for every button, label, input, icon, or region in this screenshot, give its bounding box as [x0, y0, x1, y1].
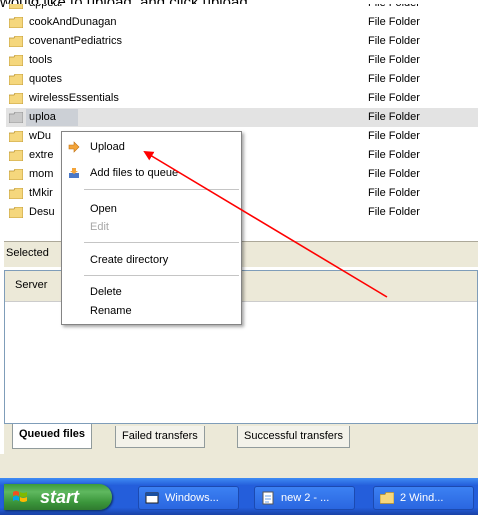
folder-icon: [9, 150, 23, 161]
window-bottom-edge: [0, 454, 478, 478]
file-name: tools: [29, 54, 53, 66]
tab-successful-transfers[interactable]: Successful transfers: [237, 426, 351, 448]
file-type: File Folder: [368, 16, 420, 28]
file-type: File Folder: [368, 130, 420, 142]
tab-failed-transfers[interactable]: Failed transfers: [115, 426, 205, 448]
file-type: File Folder: [368, 4, 420, 9]
file-name: cookAndDunagan: [29, 16, 117, 28]
folder-icon: [9, 207, 23, 218]
selected-status-label: Selected: [6, 247, 49, 259]
file-type: File Folder: [368, 206, 420, 218]
folder-icon: [9, 55, 23, 66]
menu-item-rename[interactable]: Rename: [62, 301, 241, 321]
menu-item-label: Upload: [90, 141, 125, 153]
tab-label: Successful transfers: [244, 430, 344, 442]
file-type: File Folder: [368, 35, 420, 47]
file-type: File Folder: [368, 92, 420, 104]
menu-item-label: Open: [90, 203, 117, 215]
file-type: File Folder: [368, 73, 420, 85]
file-row[interactable]: quotes File Folder: [6, 70, 478, 89]
windows-flag-icon: [13, 491, 27, 502]
start-button[interactable]: start: [4, 484, 112, 510]
file-row-selected[interactable]: uploa File Folder: [6, 108, 478, 127]
taskbar-item-notepad[interactable]: new 2 - ...: [254, 486, 355, 510]
file-type: File Folder: [368, 168, 420, 180]
start-label: start: [40, 487, 80, 507]
file-row[interactable]: covenantPediatrics File Folder: [6, 32, 478, 51]
menu-item-upload[interactable]: Upload: [62, 137, 241, 157]
tab-label: Queued files: [19, 428, 86, 440]
tab-queued-files[interactable]: Queued files: [12, 424, 93, 449]
file-name: quotes: [29, 73, 63, 85]
file-name: covenantPediatrics: [29, 35, 122, 47]
folder-icon: [9, 4, 23, 9]
folder-icon: [9, 131, 23, 142]
taskbar: start Windows... new 2 - ... 2 Wind...: [0, 478, 478, 515]
file-name: mom: [29, 168, 54, 180]
file-row[interactable]: wirelessEssentials File Folder: [6, 89, 478, 108]
queue-tab-bar: Queued files Failed transfers Successful…: [4, 424, 478, 454]
add-to-queue-icon: [69, 168, 79, 178]
menu-item-label: Edit: [90, 221, 109, 233]
menu-item-open[interactable]: Open: [62, 199, 241, 219]
server-column-header[interactable]: Server: [15, 279, 47, 291]
menu-separator: [84, 242, 239, 243]
file-name: appeal: [29, 4, 62, 9]
taskbar-item-label: new 2 - ...: [281, 492, 330, 504]
notepad-icon: [262, 491, 274, 505]
file-name: wDu: [29, 130, 52, 142]
file-row[interactable]: appeal File Folder: [6, 4, 478, 13]
folder-icon: [9, 74, 23, 85]
menu-item-label: Rename: [90, 305, 132, 317]
folder-icon: [9, 17, 23, 28]
context-menu: Upload Add files to queue Open Edit Crea…: [61, 131, 242, 325]
menu-separator: [84, 189, 239, 190]
menu-item-delete[interactable]: Delete: [62, 282, 241, 302]
file-type: File Folder: [368, 54, 420, 66]
file-type: File Folder: [368, 149, 420, 161]
menu-item-label: Add files to queue: [90, 167, 179, 179]
folder-icon: [9, 93, 23, 104]
taskbar-item-windows[interactable]: Windows...: [138, 486, 239, 510]
file-name: Desu: [29, 206, 55, 218]
taskbar-item-explorer-group[interactable]: 2 Wind...: [373, 486, 474, 510]
menu-item-create-directory[interactable]: Create directory: [62, 250, 241, 270]
window-icon: [145, 492, 159, 504]
file-type: File Folder: [368, 187, 420, 199]
menu-item-edit: Edit: [62, 217, 241, 237]
menu-item-label: Create directory: [90, 254, 169, 266]
menu-separator: [84, 275, 239, 276]
file-name: extre: [29, 149, 54, 161]
file-row[interactable]: cookAndDunagan File Folder: [6, 13, 478, 32]
folder-icon: [9, 188, 23, 199]
folder-icon: [9, 112, 23, 123]
menu-item-add-files-to-queue[interactable]: Add files to queue: [62, 163, 241, 183]
folder-icon: [9, 169, 23, 180]
taskbar-item-label: 2 Wind...: [400, 492, 444, 504]
taskbar-item-label: Windows...: [165, 492, 219, 504]
file-name: wirelessEssentials: [29, 92, 119, 104]
folder-icon: [9, 36, 23, 47]
file-name: tMkir: [29, 187, 53, 199]
tab-label: Failed transfers: [122, 430, 198, 442]
upload-arrow-icon: [68, 141, 80, 153]
file-row[interactable]: tools File Folder: [6, 51, 478, 70]
menu-item-label: Delete: [90, 286, 122, 298]
file-type: File Folder: [368, 111, 420, 123]
file-name: uploa: [29, 111, 56, 123]
folder-icon: [380, 492, 394, 504]
